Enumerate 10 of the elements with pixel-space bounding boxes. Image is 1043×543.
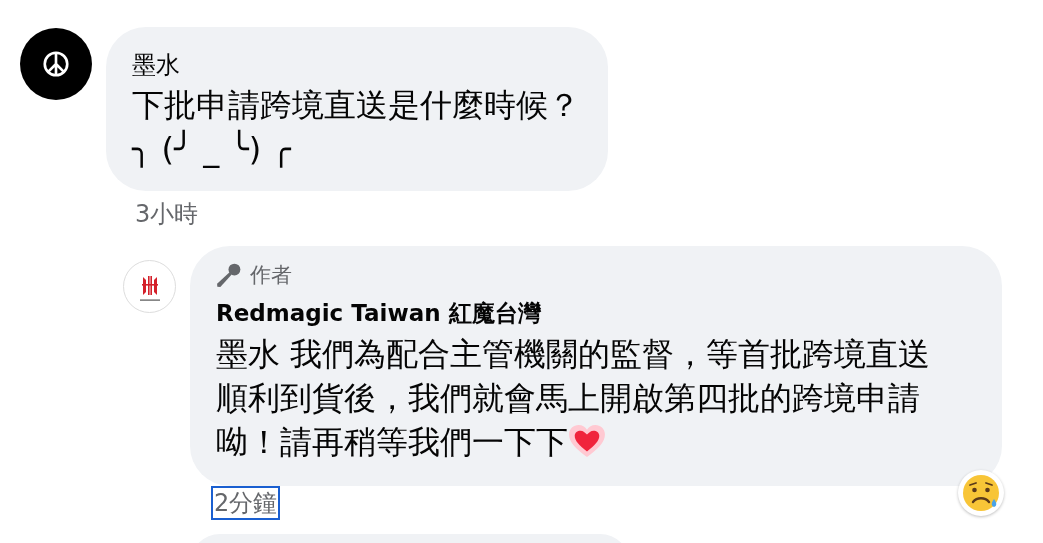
author-label: 作者 — [250, 262, 292, 289]
timestamp[interactable]: 2分鐘 — [211, 486, 281, 520]
microphone-icon — [216, 262, 242, 288]
comment-text: 墨水 我們為配合主管機關的監督，等首批跨境直送順利到貨後，我們就會馬上開啟第四批的跨境申請呦！請再稍等我們一下下 — [216, 335, 931, 461]
author-name[interactable]: 墨水 — [132, 49, 580, 81]
author-name[interactable]: Redmagic Taiwan 紅魔台灣 — [216, 296, 972, 330]
sad-face-icon[interactable] — [958, 470, 1004, 516]
peace-sign-icon — [41, 49, 71, 79]
timestamp[interactable]: 3小時 — [132, 197, 202, 231]
comment-text: 下批申請跨境直送是什麼時候？ ╮ (╯ _ ╰) ╭ — [132, 86, 580, 168]
